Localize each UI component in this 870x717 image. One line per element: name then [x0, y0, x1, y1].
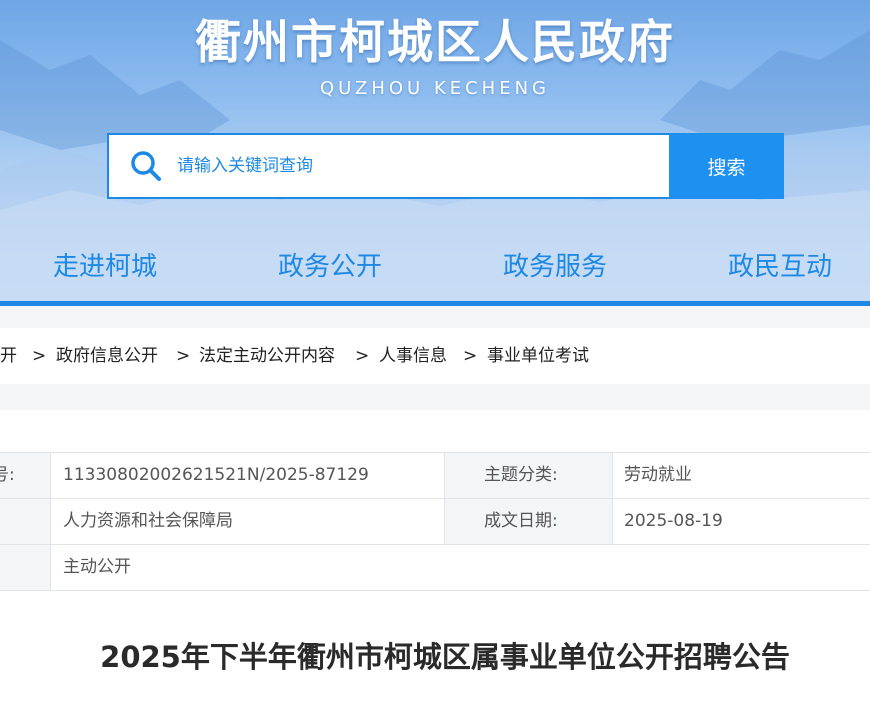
- disclosure-method-value: 主动公开: [63, 557, 131, 577]
- label-document-date: 成文日期:: [484, 511, 558, 531]
- table-border: [444, 452, 445, 544]
- breadcrumb-item-statutory-content[interactable]: 法定主动公开内容: [199, 328, 335, 384]
- search-button[interactable]: 搜索: [669, 133, 784, 199]
- nav-item-zhengwu-fuwu[interactable]: 政务服务: [503, 246, 607, 283]
- breadcrumb-separator: >: [355, 346, 370, 366]
- table-border: [50, 452, 51, 590]
- label-index-number: 号:: [0, 465, 15, 485]
- search-bar: 搜索: [107, 133, 784, 199]
- table-border: [612, 452, 613, 544]
- breadcrumb-separator: >: [176, 346, 191, 366]
- breadcrumb-item-government-info[interactable]: 政府信息公开: [56, 328, 158, 384]
- search-icon: [131, 151, 161, 181]
- table-border: [0, 590, 870, 591]
- breadcrumb-item-gongkai[interactable]: 开: [0, 328, 17, 384]
- header-banner: 衢州市柯城区人民政府 QUZHOU KECHENG 搜索 走进柯城 政务公开 政…: [0, 0, 870, 306]
- index-number-value: 11330802002621521N/2025-87129: [63, 465, 369, 485]
- nav-item-zoujin-kecheng[interactable]: 走进柯城: [53, 246, 157, 283]
- document-date-value: 2025-08-19: [624, 511, 723, 531]
- site-subtitle: QUZHOU KECHENG: [319, 78, 551, 99]
- main-nav: 走进柯城 政务公开 政务服务 政民互动: [0, 246, 870, 292]
- breadcrumb-item-institution-exam[interactable]: 事业单位考试: [487, 328, 589, 384]
- breadcrumb-separator: >: [32, 346, 47, 366]
- nav-item-zhengmin-hudong[interactable]: 政民互动: [728, 246, 832, 283]
- topic-category-value: 劳动就业: [624, 465, 692, 485]
- issuing-agency-value: 人力资源和社会保障局: [63, 511, 233, 531]
- site-title: 衢州市柯城区人民政府: [195, 15, 675, 69]
- breadcrumb: 开 > 政府信息公开 > 法定主动公开内容 > 人事信息 > 事业单位考试: [0, 328, 870, 384]
- breadcrumb-separator: >: [463, 346, 478, 366]
- search-input[interactable]: [177, 135, 665, 197]
- document-title: 2025年下半年衢州市柯城区属事业单位公开招聘公告: [100, 640, 790, 674]
- label-topic-category: 主题分类:: [484, 465, 558, 485]
- breadcrumb-item-personnel-info[interactable]: 人事信息: [379, 328, 447, 384]
- document-info-table: 号: 11330802002621521N/2025-87129 主题分类: 劳…: [0, 452, 870, 591]
- nav-item-zhengwu-gongkai[interactable]: 政务公开: [278, 246, 382, 283]
